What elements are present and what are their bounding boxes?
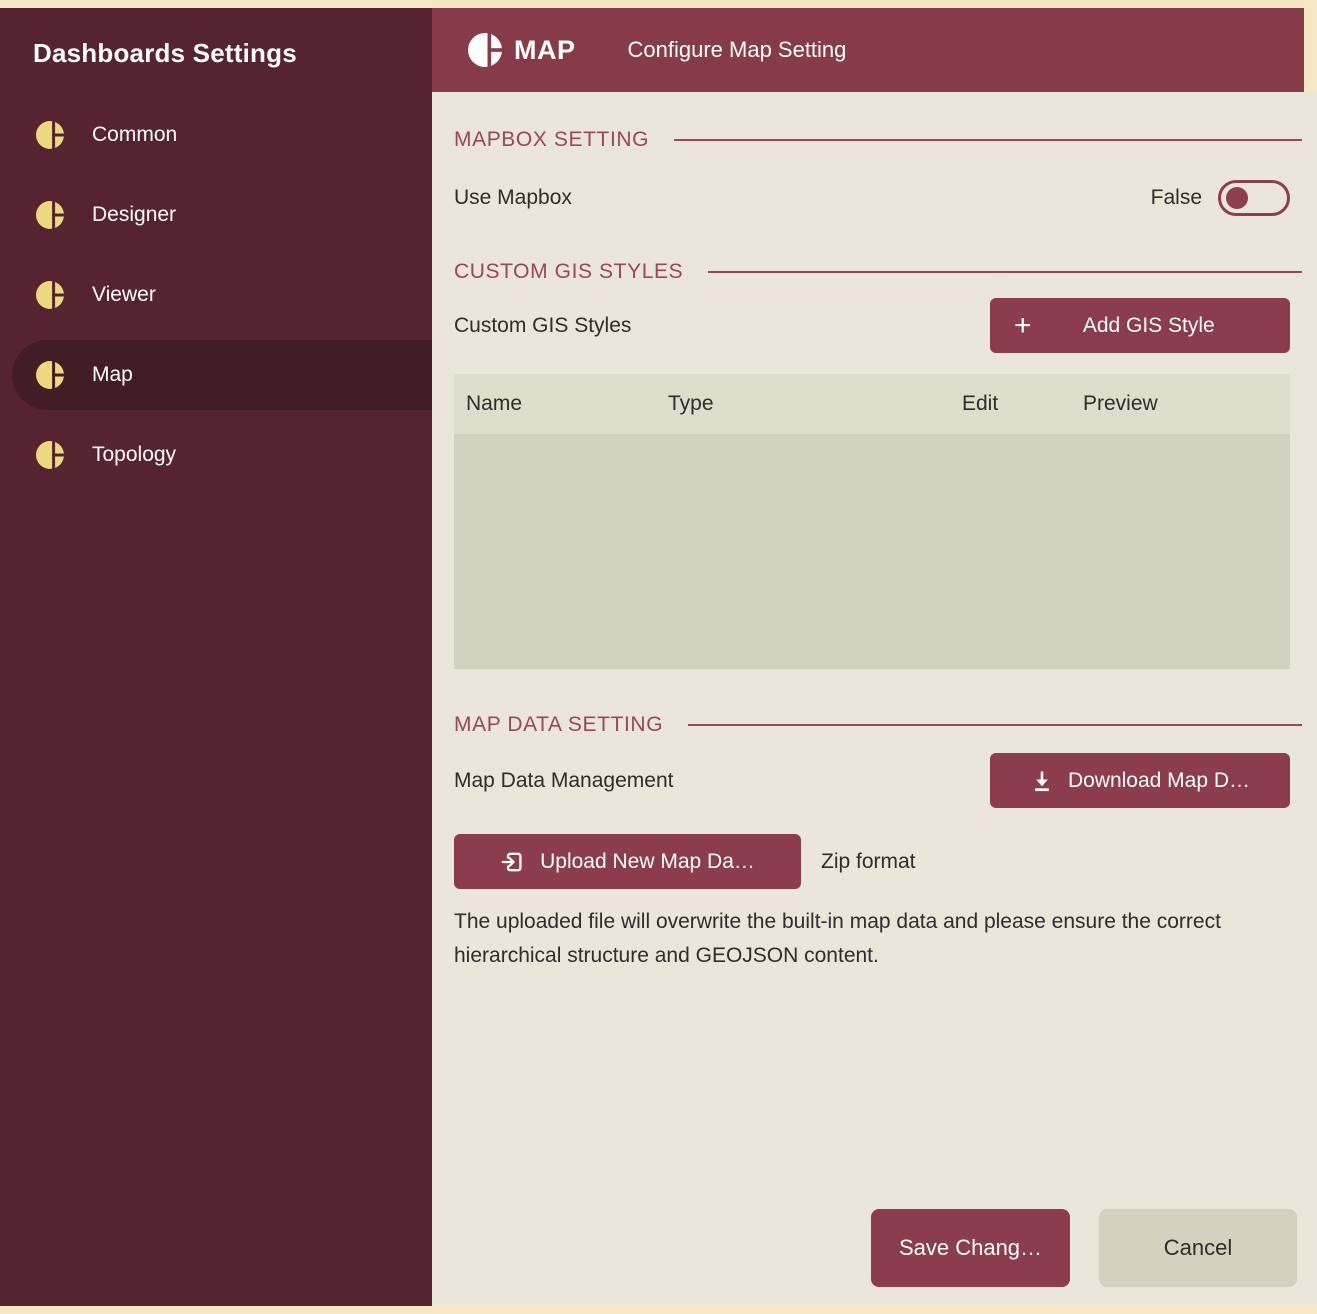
sidebar-item-designer[interactable]: Designer xyxy=(0,175,432,255)
pie-chart-icon xyxy=(36,441,64,469)
map-logo-icon xyxy=(468,33,502,67)
settings-content: MAPBOX SETTING Use Mapbox False CUSTOM G… xyxy=(432,92,1317,1306)
header-subtitle: Configure Map Setting xyxy=(628,37,847,63)
section-heading-label: CUSTOM GIS STYLES xyxy=(454,260,683,284)
use-mapbox-toggle[interactable] xyxy=(1218,180,1290,216)
upload-import-icon xyxy=(500,850,524,874)
upload-format-hint: Zip format xyxy=(821,850,916,874)
upload-button-label: Upload New Map Da… xyxy=(540,850,755,874)
sidebar-title: Dashboards Settings xyxy=(0,8,432,69)
header-logo-text: MAP xyxy=(514,35,576,66)
map-data-label: Map Data Management xyxy=(454,769,673,793)
sidebar-item-label: Viewer xyxy=(92,283,156,307)
pie-chart-icon xyxy=(36,281,64,309)
section-heading-label: MAPBOX SETTING xyxy=(454,128,649,152)
custom-gis-row: Custom GIS Styles + Add GIS Style xyxy=(454,298,1290,353)
sidebar-item-viewer[interactable]: Viewer xyxy=(0,255,432,335)
upload-map-data-button[interactable]: Upload New Map Da… xyxy=(454,834,801,889)
sidebar-item-label: Topology xyxy=(92,443,176,467)
column-header-type: Type xyxy=(668,392,962,416)
custom-gis-label: Custom GIS Styles xyxy=(454,314,631,338)
column-header-preview: Preview xyxy=(1083,392,1290,416)
sidebar-nav: Common Designer Viewer Map Topology xyxy=(0,95,432,495)
cancel-button[interactable]: Cancel xyxy=(1099,1209,1297,1287)
toggle-value-label: False xyxy=(1151,186,1202,210)
map-data-row: Map Data Management Download Map D… xyxy=(454,753,1290,808)
gis-table-header: Name Type Edit Preview xyxy=(454,374,1290,434)
upload-description: The uploaded file will overwrite the bui… xyxy=(454,905,1284,973)
add-gis-style-button[interactable]: + Add GIS Style xyxy=(990,298,1290,353)
download-icon xyxy=(1030,769,1054,793)
column-header-name: Name xyxy=(466,392,668,416)
pie-chart-icon xyxy=(36,121,64,149)
sidebar-item-label: Common xyxy=(92,123,177,147)
pie-chart-icon xyxy=(36,201,64,229)
section-divider xyxy=(688,724,1302,726)
page-header: MAP Configure Map Setting xyxy=(432,8,1304,92)
sidebar-item-label: Designer xyxy=(92,203,176,227)
pie-chart-icon xyxy=(36,361,64,389)
use-mapbox-toggle-group: False xyxy=(1151,180,1290,216)
use-mapbox-row: Use Mapbox False xyxy=(454,180,1290,216)
download-map-data-button[interactable]: Download Map D… xyxy=(990,753,1290,808)
plus-icon: + xyxy=(1014,311,1032,341)
app: Dashboards Settings Common Designer View… xyxy=(0,8,1317,1306)
sidebar-item-topology[interactable]: Topology xyxy=(0,415,432,495)
section-heading-label: MAP DATA SETTING xyxy=(454,713,663,737)
sidebar-item-map[interactable]: Map xyxy=(0,335,432,415)
upload-row: Upload New Map Da… Zip format xyxy=(454,834,1302,889)
section-heading-mapbox: MAPBOX SETTING xyxy=(454,128,1302,152)
add-gis-style-label: Add GIS Style xyxy=(1083,314,1215,338)
use-mapbox-label: Use Mapbox xyxy=(454,186,572,210)
section-heading-gis: CUSTOM GIS STYLES xyxy=(454,260,1302,284)
section-divider xyxy=(708,271,1302,273)
main-panel: MAP Configure Map Setting MAPBOX SETTING… xyxy=(432,8,1317,1306)
gis-table-body-empty xyxy=(454,434,1290,669)
section-heading-map-data: MAP DATA SETTING xyxy=(454,713,1302,737)
sidebar: Dashboards Settings Common Designer View… xyxy=(0,8,432,1306)
section-divider xyxy=(674,139,1302,141)
toggle-knob xyxy=(1226,187,1248,209)
footer-actions: Save Chang… Cancel xyxy=(454,1209,1297,1287)
download-button-label: Download Map D… xyxy=(1068,769,1250,793)
header-wrap: MAP Configure Map Setting xyxy=(432,8,1317,92)
column-header-edit: Edit xyxy=(962,392,1083,416)
save-changes-button[interactable]: Save Chang… xyxy=(871,1209,1070,1287)
sidebar-item-common[interactable]: Common xyxy=(0,95,432,175)
sidebar-item-label: Map xyxy=(92,363,133,387)
gis-styles-table: Name Type Edit Preview xyxy=(454,374,1290,669)
